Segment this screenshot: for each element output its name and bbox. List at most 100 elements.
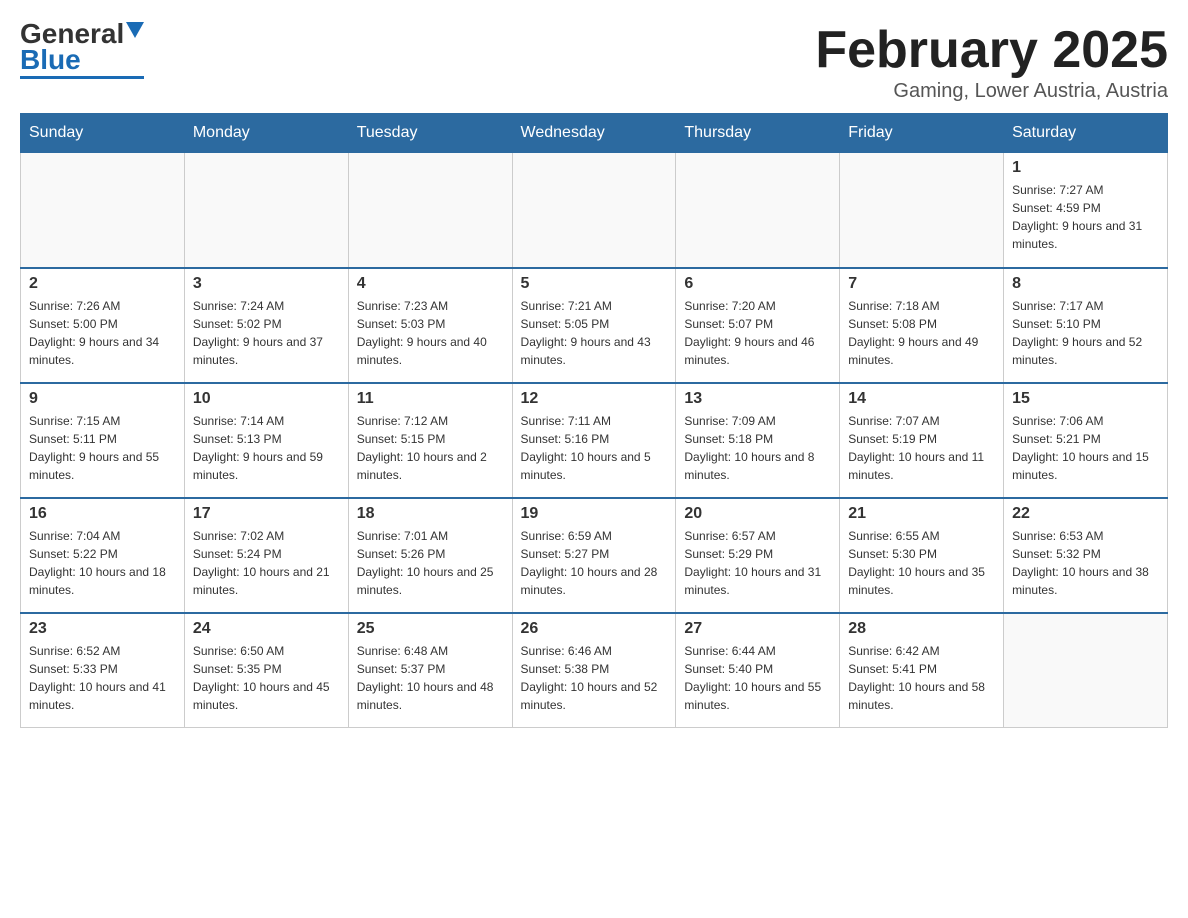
calendar-table: SundayMondayTuesdayWednesdayThursdayFrid… <box>20 113 1168 728</box>
calendar-cell: 25 Sunrise: 6:48 AMSunset: 5:37 PMDayligh… <box>348 613 512 728</box>
day-number: 26 <box>521 620 668 638</box>
calendar-cell: 20Sunrise: 6:57 AMSunset: 5:29 PMDayligh… <box>676 498 840 613</box>
day-number: 3 <box>193 275 340 293</box>
day-number: 4 <box>357 275 504 293</box>
day-info: Sunrise: 7:14 AMSunset: 5:13 PMDaylight:… <box>193 412 340 484</box>
day-info: Sunrise: 7:09 AMSunset: 5:18 PMDaylight:… <box>684 412 831 484</box>
calendar-header-row: SundayMondayTuesdayWednesdayThursdayFrid… <box>21 114 1168 153</box>
day-number: 18 <box>357 505 504 523</box>
day-number: 5 <box>521 275 668 293</box>
col-header-saturday: Saturday <box>1004 114 1168 153</box>
day-info: Sunrise: 7:20 AMSunset: 5:07 PMDaylight:… <box>684 297 831 369</box>
calendar-cell: 18 Sunrise: 7:01 AMSunset: 5:26 PMDayligh… <box>348 498 512 613</box>
title-section: February 2025 Gaming, Lower Austria, Aus… <box>815 20 1168 103</box>
calendar-cell: 16 Sunrise: 7:04 AMSunset: 5:22 PMDayligh… <box>21 498 185 613</box>
col-header-sunday: Sunday <box>21 114 185 153</box>
calendar-cell: 3 Sunrise: 7:24 AMSunset: 5:02 PMDaylight… <box>184 268 348 383</box>
day-info: Sunrise: 6:50 AMSunset: 5:35 PMDaylight:… <box>193 642 340 714</box>
col-header-thursday: Thursday <box>676 114 840 153</box>
day-info: Sunrise: 7:21 AMSunset: 5:05 PMDaylight:… <box>521 297 668 369</box>
calendar-cell: 6Sunrise: 7:20 AMSunset: 5:07 PMDaylight… <box>676 268 840 383</box>
day-number: 9 <box>29 390 176 408</box>
day-info: Sunrise: 6:52 AMSunset: 5:33 PMDaylight:… <box>29 642 176 714</box>
day-number: 2 <box>29 275 176 293</box>
day-info: Sunrise: 6:42 AMSunset: 5:41 PMDaylight:… <box>848 642 995 714</box>
day-info: Sunrise: 6:57 AMSunset: 5:29 PMDaylight:… <box>684 527 831 599</box>
calendar-cell <box>676 153 840 268</box>
day-info: Sunrise: 7:04 AMSunset: 5:22 PMDaylight:… <box>29 527 176 599</box>
col-header-monday: Monday <box>184 114 348 153</box>
day-info: Sunrise: 7:17 AMSunset: 5:10 PMDaylight:… <box>1012 297 1159 369</box>
calendar-cell: 17 Sunrise: 7:02 AMSunset: 5:24 PMDayligh… <box>184 498 348 613</box>
col-header-friday: Friday <box>840 114 1004 153</box>
calendar-cell: 8 Sunrise: 7:17 AMSunset: 5:10 PMDaylight… <box>1004 268 1168 383</box>
logo-triangle-icon <box>126 22 144 38</box>
calendar-cell: 19 Sunrise: 6:59 AMSunset: 5:27 PMDayligh… <box>512 498 676 613</box>
day-info: Sunrise: 7:27 AMSunset: 4:59 PMDaylight:… <box>1012 181 1159 253</box>
day-number: 27 <box>684 620 831 638</box>
calendar-cell: 26 Sunrise: 6:46 AMSunset: 5:38 PMDayligh… <box>512 613 676 728</box>
day-number: 21 <box>848 505 995 523</box>
day-number: 22 <box>1012 505 1159 523</box>
day-number: 16 <box>29 505 176 523</box>
day-info: Sunrise: 7:12 AMSunset: 5:15 PMDaylight:… <box>357 412 504 484</box>
day-number: 1 <box>1012 159 1159 177</box>
page-subtitle: Gaming, Lower Austria, Austria <box>815 80 1168 103</box>
calendar-cell: 27 Sunrise: 6:44 AMSunset: 5:40 PMDayligh… <box>676 613 840 728</box>
calendar-cell: 14 Sunrise: 7:07 AMSunset: 5:19 PMDayligh… <box>840 383 1004 498</box>
day-number: 17 <box>193 505 340 523</box>
day-number: 7 <box>848 275 995 293</box>
calendar-cell: 24 Sunrise: 6:50 AMSunset: 5:35 PMDayligh… <box>184 613 348 728</box>
day-info: Sunrise: 6:59 AMSunset: 5:27 PMDaylight:… <box>521 527 668 599</box>
day-number: 15 <box>1012 390 1159 408</box>
day-info: Sunrise: 7:01 AMSunset: 5:26 PMDaylight:… <box>357 527 504 599</box>
calendar-cell: 28 Sunrise: 6:42 AMSunset: 5:41 PMDayligh… <box>840 613 1004 728</box>
calendar-cell: 12Sunrise: 7:11 AMSunset: 5:16 PMDayligh… <box>512 383 676 498</box>
calendar-week-row: 9 Sunrise: 7:15 AMSunset: 5:11 PMDaylight… <box>21 383 1168 498</box>
calendar-cell <box>21 153 185 268</box>
calendar-cell: 1 Sunrise: 7:27 AMSunset: 4:59 PMDaylight… <box>1004 153 1168 268</box>
day-info: Sunrise: 6:46 AMSunset: 5:38 PMDaylight:… <box>521 642 668 714</box>
day-number: 8 <box>1012 275 1159 293</box>
calendar-week-row: 23Sunrise: 6:52 AMSunset: 5:33 PMDayligh… <box>21 613 1168 728</box>
calendar-cell: 22 Sunrise: 6:53 AMSunset: 5:32 PMDayligh… <box>1004 498 1168 613</box>
calendar-cell: 13 Sunrise: 7:09 AMSunset: 5:18 PMDayligh… <box>676 383 840 498</box>
calendar-cell <box>512 153 676 268</box>
calendar-cell <box>184 153 348 268</box>
page-title: February 2025 <box>815 20 1168 80</box>
day-number: 10 <box>193 390 340 408</box>
page-header: General Blue February 2025 Gaming, Lower… <box>20 20 1168 103</box>
day-info: Sunrise: 7:15 AMSunset: 5:11 PMDaylight:… <box>29 412 176 484</box>
day-number: 25 <box>357 620 504 638</box>
calendar-cell: 7 Sunrise: 7:18 AMSunset: 5:08 PMDaylight… <box>840 268 1004 383</box>
calendar-cell: 15Sunrise: 7:06 AMSunset: 5:21 PMDayligh… <box>1004 383 1168 498</box>
col-header-wednesday: Wednesday <box>512 114 676 153</box>
day-info: Sunrise: 7:26 AMSunset: 5:00 PMDaylight:… <box>29 297 176 369</box>
col-header-tuesday: Tuesday <box>348 114 512 153</box>
day-info: Sunrise: 7:02 AMSunset: 5:24 PMDaylight:… <box>193 527 340 599</box>
logo: General Blue <box>20 20 144 79</box>
day-info: Sunrise: 7:24 AMSunset: 5:02 PMDaylight:… <box>193 297 340 369</box>
day-number: 28 <box>848 620 995 638</box>
day-number: 13 <box>684 390 831 408</box>
day-info: Sunrise: 6:55 AMSunset: 5:30 PMDaylight:… <box>848 527 995 599</box>
day-number: 19 <box>521 505 668 523</box>
calendar-cell: 10 Sunrise: 7:14 AMSunset: 5:13 PMDayligh… <box>184 383 348 498</box>
day-info: Sunrise: 7:18 AMSunset: 5:08 PMDaylight:… <box>848 297 995 369</box>
day-info: Sunrise: 7:11 AMSunset: 5:16 PMDaylight:… <box>521 412 668 484</box>
calendar-cell: 4 Sunrise: 7:23 AMSunset: 5:03 PMDaylight… <box>348 268 512 383</box>
day-number: 14 <box>848 390 995 408</box>
calendar-cell: 11 Sunrise: 7:12 AMSunset: 5:15 PMDayligh… <box>348 383 512 498</box>
day-info: Sunrise: 7:23 AMSunset: 5:03 PMDaylight:… <box>357 297 504 369</box>
day-number: 24 <box>193 620 340 638</box>
calendar-week-row: 16 Sunrise: 7:04 AMSunset: 5:22 PMDayligh… <box>21 498 1168 613</box>
day-number: 11 <box>357 390 504 408</box>
day-info: Sunrise: 6:44 AMSunset: 5:40 PMDaylight:… <box>684 642 831 714</box>
day-info: Sunrise: 7:07 AMSunset: 5:19 PMDaylight:… <box>848 412 995 484</box>
calendar-cell: 9 Sunrise: 7:15 AMSunset: 5:11 PMDaylight… <box>21 383 185 498</box>
calendar-cell: 21 Sunrise: 6:55 AMSunset: 5:30 PMDayligh… <box>840 498 1004 613</box>
calendar-week-row: 2 Sunrise: 7:26 AMSunset: 5:00 PMDaylight… <box>21 268 1168 383</box>
day-info: Sunrise: 6:53 AMSunset: 5:32 PMDaylight:… <box>1012 527 1159 599</box>
day-info: Sunrise: 6:48 AMSunset: 5:37 PMDaylight:… <box>357 642 504 714</box>
calendar-cell <box>840 153 1004 268</box>
